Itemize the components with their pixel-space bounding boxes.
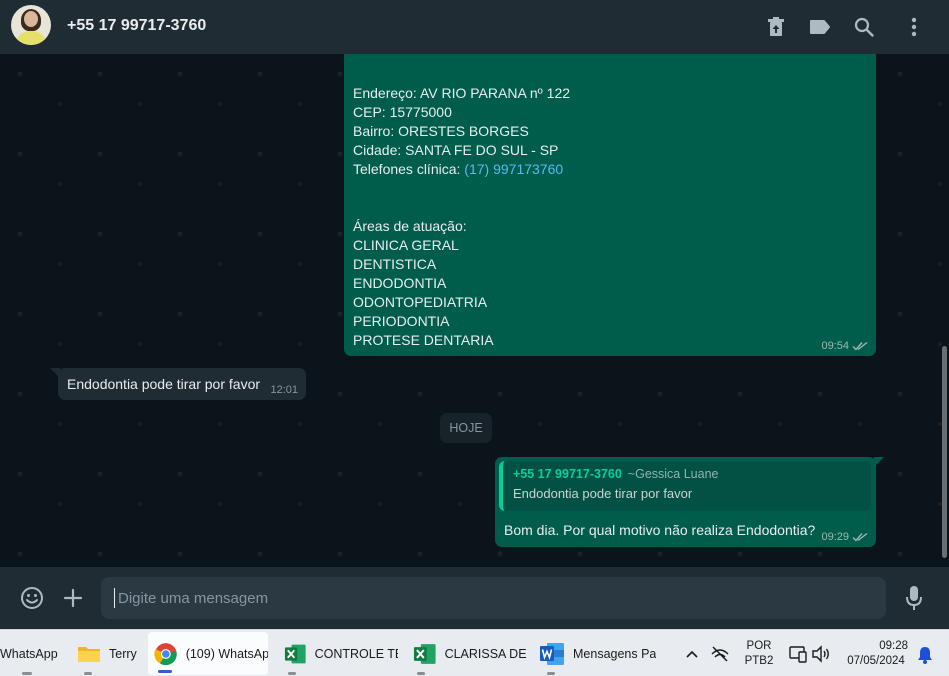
chat-header: +55 17 99717-3760 (0, 0, 949, 54)
taskbar-item-whatsapp[interactable]: WhatsApp (0, 630, 66, 676)
taskbar-item-terry[interactable]: Terry (74, 630, 142, 676)
emoji-icon[interactable] (19, 585, 45, 611)
message-text: Endodontia pode tirar por favor (67, 376, 261, 392)
folder-icon (78, 646, 100, 662)
clock-time: 09:28 (879, 640, 908, 652)
taskbar-item-word-mensagens[interactable]: Mensagens Pa (539, 630, 657, 676)
archive-icon[interactable] (764, 15, 788, 39)
keyboard-language[interactable]: POR PTB2 (740, 640, 778, 667)
double-check-icon (852, 532, 868, 542)
phone-link[interactable]: (17) 997173760 (464, 161, 563, 177)
quoted-message[interactable]: +55 17 99717-3760 ~Gessica Luane Endodont… (499, 461, 871, 511)
clock-date: 07/05/2024 (847, 655, 905, 667)
area-item: ENDODONTIA (353, 275, 447, 291)
quote-author-name: ~Gessica Luane (627, 467, 719, 481)
message-list[interactable]: Endereço: AV RIO PARANA nº 122 CEP: 1577… (0, 54, 949, 567)
excel-icon (284, 644, 306, 663)
incoming-message[interactable]: Endodontia pode tirar por favor 12:01 (58, 368, 306, 400)
message-input-placeholder: Digite uma mensagem (118, 590, 269, 607)
area-item: CLINICA GERAL (353, 237, 459, 253)
message-composer: Digite uma mensagem (0, 567, 949, 629)
contact-name[interactable]: +55 17 99717-3760 (67, 17, 206, 35)
speaker-icon[interactable] (808, 641, 834, 667)
attach-plus-icon[interactable] (60, 585, 86, 611)
message-line: Cidade: SANTA FE DO SUL - SP (353, 142, 559, 158)
message-line: Endereço: AV RIO PARANA nº 122 (353, 85, 571, 101)
chrome-icon (154, 642, 177, 665)
microphone-icon[interactable] (901, 585, 927, 611)
quote-author: +55 17 99717-3760 (513, 467, 622, 481)
quote-text: Endodontia pode tirar por favor (513, 486, 693, 501)
phone-label: Telefones clínica: (353, 161, 465, 177)
word-icon (540, 642, 564, 665)
message-input[interactable]: Digite uma mensagem (101, 577, 886, 619)
message-time: 12:01 (270, 384, 298, 396)
message-line: CEP: 15775000 (353, 104, 452, 120)
message-time: 09:29 (821, 531, 849, 543)
excel-icon (413, 643, 436, 664)
double-check-icon (852, 341, 868, 351)
area-item: PERIODONTIA (353, 313, 450, 329)
taskbar-item-chrome-whatsapp[interactable]: (109) WhatsAp (148, 632, 268, 675)
areas-title: Áreas de atuação: (353, 218, 467, 234)
network-offline-icon[interactable] (707, 641, 733, 667)
outgoing-reply-message[interactable]: +55 17 99717-3760 ~Gessica Luane Endodont… (495, 457, 876, 547)
menu-dots-icon[interactable] (902, 15, 926, 39)
outgoing-message-card[interactable]: Endereço: AV RIO PARANA nº 122 CEP: 1577… (344, 54, 876, 356)
taskbar-item-excel-controle[interactable]: CONTROLE TE (282, 630, 398, 676)
message-line: Bairro: ORESTES BORGES (353, 123, 529, 139)
message-text: Bom dia. Por qual motivo não realiza End… (504, 522, 816, 538)
search-icon[interactable] (852, 15, 876, 39)
area-item: DENTISTICA (353, 256, 437, 272)
day-divider: HOJE (440, 413, 492, 443)
area-item: ODONTOPEDIATRIA (353, 294, 488, 310)
clock[interactable]: 09:28 07/05/2024 (840, 640, 912, 667)
message-time: 09:54 (821, 340, 849, 352)
label-icon[interactable] (808, 15, 832, 39)
notification-bell-icon[interactable] (912, 642, 938, 668)
windows-taskbar: WhatsApp Terry (109) WhatsAp CONTROLE TE… (0, 629, 949, 676)
area-item: PROTESE DENTARIA (353, 332, 494, 348)
chevron-up-icon[interactable] (679, 641, 705, 667)
contact-avatar[interactable] (11, 5, 51, 45)
message-line: Telefones clínica: (17) 997173760 (353, 160, 876, 179)
taskbar-item-excel-clarissa[interactable]: CLARISSA DE A (411, 630, 527, 676)
chat-scrollbar[interactable] (942, 346, 947, 558)
